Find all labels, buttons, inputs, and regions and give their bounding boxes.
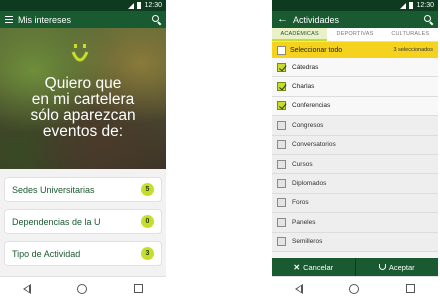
- selected-count: 3 seleccionados: [393, 47, 433, 53]
- interest-menu: Sedes Universitarias 5 Dependencias de l…: [0, 169, 166, 276]
- option-label: Conversatorios: [292, 141, 336, 149]
- cancel-label: Cancelar: [303, 262, 334, 272]
- option-checkbox[interactable]: [277, 217, 286, 227]
- option-checkbox[interactable]: [277, 120, 286, 130]
- back-arrow-icon[interactable]: ←: [277, 14, 288, 25]
- nav-back-icon[interactable]: [295, 283, 304, 294]
- count-badge: 3: [141, 247, 154, 260]
- menu-item-label: Dependencias de la U: [12, 216, 101, 227]
- status-time: 12:30: [416, 2, 434, 9]
- nav-recents-icon[interactable]: [133, 284, 143, 293]
- smile-icon: [378, 264, 386, 270]
- action-bar: ✕ Cancelar Aceptar: [272, 258, 438, 276]
- option-label: Diplomados: [292, 180, 327, 188]
- option-checkbox[interactable]: [277, 140, 286, 150]
- option-checkbox[interactable]: [277, 159, 286, 169]
- option-label: Cursos: [292, 160, 313, 168]
- headline-line: Quiero que: [44, 75, 122, 92]
- accept-button[interactable]: Aceptar: [354, 258, 439, 276]
- android-nav-bar: [0, 276, 166, 300]
- option-checkbox[interactable]: [277, 179, 286, 189]
- option-label: Conferencias: [292, 102, 331, 110]
- option-cursos[interactable]: Cursos: [272, 155, 438, 175]
- search-icon[interactable]: [424, 15, 433, 24]
- signal-icon: [400, 2, 407, 9]
- count-badge: 5: [141, 183, 154, 196]
- search-icon[interactable]: [152, 15, 161, 24]
- option-diplomados[interactable]: Diplomados: [272, 174, 438, 194]
- option-catedras[interactable]: Cátedras: [272, 58, 438, 78]
- select-all-row[interactable]: Seleccionar todo 3 seleccionados: [272, 42, 438, 58]
- page-title: Mis intereses: [18, 14, 72, 25]
- option-checkbox[interactable]: [277, 82, 286, 92]
- hero-headline: Quiero que en mi cartelera sólo aparezca…: [0, 76, 166, 140]
- option-congresos[interactable]: Congresos: [272, 116, 438, 136]
- android-nav-bar: [272, 276, 438, 300]
- category-tabs: ACADÉMICAS DEPORTIVAS CULTURALES: [272, 28, 438, 42]
- option-foros[interactable]: Foros: [272, 194, 438, 214]
- app-bar: Mis intereses: [0, 11, 166, 28]
- battery-icon: [409, 2, 414, 9]
- accept-label: Aceptar: [388, 262, 415, 272]
- nav-back-icon[interactable]: [23, 283, 32, 294]
- tab-academicas[interactable]: ACADÉMICAS: [272, 28, 328, 41]
- hero-banner: Quiero que en mi cartelera sólo aparezca…: [0, 28, 166, 169]
- status-bar: 12:30: [272, 0, 438, 11]
- menu-item-tipo-actividad[interactable]: Tipo de Actividad 3: [4, 241, 162, 266]
- count-badge: 0: [141, 215, 154, 228]
- menu-item-dependencias[interactable]: Dependencias de la U 0: [4, 209, 162, 234]
- activity-options: Cátedras Charlas Conferencias Congresos …: [272, 58, 438, 252]
- option-checkbox[interactable]: [277, 101, 286, 111]
- nav-home-icon[interactable]: [77, 283, 88, 294]
- menu-item-sedes[interactable]: Sedes Universitarias 5: [4, 177, 162, 202]
- nav-recents-icon[interactable]: [405, 284, 415, 293]
- page-title: Actividades: [293, 14, 340, 25]
- option-conversatorios[interactable]: Conversatorios: [272, 136, 438, 155]
- menu-icon[interactable]: [5, 16, 13, 23]
- option-checkbox[interactable]: [277, 237, 286, 247]
- select-all-label: Seleccionar todo: [290, 46, 343, 54]
- menu-item-label: Sedes Universitarias: [12, 184, 95, 195]
- option-paneles[interactable]: Paneles: [272, 213, 438, 233]
- mis-intereses-screen: 12:30 Mis intereses Quiero que en mi car…: [0, 0, 166, 300]
- signal-icon: [128, 2, 135, 9]
- option-label: Cátedras: [292, 63, 319, 71]
- option-label: Congresos: [292, 121, 324, 129]
- option-semilleros[interactable]: Semilleros: [272, 233, 438, 252]
- option-charlas[interactable]: Charlas: [272, 77, 438, 97]
- menu-item-label: Tipo de Actividad: [12, 248, 81, 259]
- select-all-checkbox[interactable]: [277, 45, 286, 55]
- close-icon: ✕: [293, 262, 301, 272]
- tab-deportivas[interactable]: DEPORTIVAS: [327, 28, 382, 41]
- tab-culturales[interactable]: CULTURALES: [383, 28, 438, 41]
- status-bar: 12:30: [0, 0, 166, 11]
- headline-line: sólo aparezcan: [30, 107, 136, 124]
- option-label: Charlas: [292, 83, 315, 91]
- smile-logo-icon: [71, 44, 89, 62]
- app-bar: ← Actividades: [272, 11, 438, 28]
- status-time: 12:30: [144, 2, 162, 9]
- option-label: Semilleros: [292, 238, 323, 246]
- option-conferencias[interactable]: Conferencias: [272, 96, 438, 117]
- actividades-screen: 12:30 ← Actividades ACADÉMICAS DEPORTIVA…: [272, 0, 438, 300]
- headline-line: en mi cartelera: [31, 91, 135, 108]
- option-checkbox[interactable]: [277, 198, 286, 208]
- headline-line: eventos de:: [42, 123, 124, 140]
- battery-icon: [137, 2, 142, 9]
- option-checkbox[interactable]: [277, 62, 286, 72]
- option-label: Foros: [292, 199, 309, 207]
- nav-home-icon[interactable]: [349, 283, 360, 294]
- option-label: Paneles: [292, 218, 316, 226]
- cancel-button[interactable]: ✕ Cancelar: [272, 258, 355, 276]
